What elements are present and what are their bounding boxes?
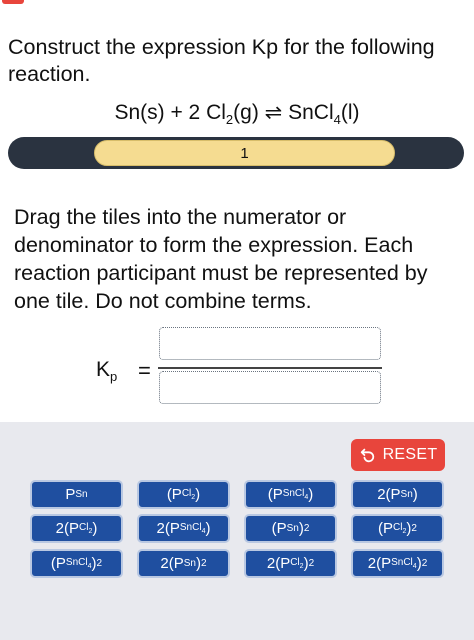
tile-subscript-text: Sn xyxy=(286,523,299,534)
tile-prefix: 2(P xyxy=(55,520,79,537)
tile-exponent: 2 xyxy=(96,558,103,569)
equation-lhs-part: Sn(s) + 2 Cl xyxy=(114,101,226,124)
reset-button[interactable]: RESET xyxy=(351,439,445,471)
answer-tile[interactable]: 2(P Cl2) xyxy=(30,514,123,543)
tile-prefix: 2(P xyxy=(266,555,291,572)
top-strip xyxy=(0,0,474,8)
tile-subscript-text: Cl xyxy=(290,557,300,568)
tile-prefix: P xyxy=(65,486,76,503)
answer-tile[interactable]: 2(P SnCl4) xyxy=(137,514,230,543)
tile-subscript: Sn xyxy=(184,558,196,569)
tile-exponent: 2 xyxy=(421,558,428,569)
tile-subscript: Cl2 xyxy=(290,557,303,570)
equals-sign: = xyxy=(138,358,151,383)
tile-subscript: SnCl4 xyxy=(283,488,309,501)
tile-exponent: 2 xyxy=(411,523,417,534)
answer-tile[interactable]: 2(P SnCl4) 2 xyxy=(351,549,444,578)
progress-track: 1 xyxy=(8,137,464,169)
tile-subscript-text: SnCl xyxy=(65,557,88,568)
answer-tile[interactable]: (P Cl2) xyxy=(137,480,230,509)
tile-subscript-text: Cl xyxy=(181,488,192,499)
tile-prefix: 2(P xyxy=(377,486,401,503)
tile-prefix: (P xyxy=(267,486,283,503)
question-text: Construct the expression Kp for the foll… xyxy=(8,35,435,86)
tile-subscript-text: Sn xyxy=(400,489,413,500)
tile-suffix: ) xyxy=(308,486,314,503)
tile-subscript: Cl2 xyxy=(182,488,195,501)
denominator-drop-zone[interactable] xyxy=(159,371,381,404)
answer-tile[interactable]: (P Sn) 2 xyxy=(244,514,337,543)
tile-suffix: ) xyxy=(195,486,201,503)
answer-tile[interactable]: (P SnCl4) xyxy=(244,480,337,509)
tile-suffix: ) xyxy=(92,520,98,537)
top-accent-mark xyxy=(2,0,24,4)
answer-tile[interactable]: (P SnCl4) 2 xyxy=(30,549,123,578)
tile-prefix: 2(P xyxy=(367,555,392,572)
tile-suffix: ) xyxy=(205,520,211,537)
tile-prefix: (P xyxy=(50,555,66,572)
tile-subscript: SnCl4 xyxy=(66,557,92,570)
tile-subscript-text: SnCl xyxy=(391,557,413,568)
answer-tile[interactable]: (P Cl2) 2 xyxy=(351,514,444,543)
progress-step-indicator: 1 xyxy=(94,140,395,166)
fraction-bar xyxy=(158,367,382,369)
tile-prefix: (P xyxy=(271,520,287,537)
kp-label: Kp xyxy=(96,358,117,384)
reset-label: RESET xyxy=(382,446,438,463)
equation-lhs-state: (g) xyxy=(233,101,259,124)
tile-exponent: 2 xyxy=(308,558,315,569)
tile-subscript: SnCl4 xyxy=(180,522,206,535)
equation-rhs-state: (l) xyxy=(340,101,360,124)
tile-prefix: (P xyxy=(378,520,394,537)
tile-subscript: SnCl4 xyxy=(391,557,417,570)
reaction-equation: Sn(s) + 2 Cl2(g) ⇌ SnCl4(l) xyxy=(0,100,474,127)
tile-subscript: Cl2 xyxy=(393,522,406,535)
tile-exponent: 2 xyxy=(303,523,310,534)
kp-subscript: p xyxy=(110,369,118,385)
tile-prefix: 2(P xyxy=(160,555,184,572)
tile-subscript-text: SnCl xyxy=(282,488,305,499)
kp-symbol: K xyxy=(96,358,111,381)
answer-tile[interactable]: P Sn xyxy=(30,480,123,509)
equation-rhs-subscript: 4 xyxy=(333,112,341,128)
tile-prefix: (P xyxy=(166,486,182,503)
answer-tile[interactable]: 2(P Sn) xyxy=(351,480,444,509)
numerator-drop-zone[interactable] xyxy=(159,327,381,360)
tile-subscript-text: SnCl xyxy=(179,522,202,533)
tile-subscript: Sn xyxy=(401,489,413,500)
answer-tile[interactable]: 2(P Sn) 2 xyxy=(137,549,230,578)
equilibrium-arrow: ⇌ xyxy=(264,101,283,124)
tile-subscript-text: Sn xyxy=(75,489,88,500)
instructions-text: Drag the tiles into the numerator or den… xyxy=(14,205,428,313)
tile-prefix: 2(P xyxy=(156,520,180,537)
tile-subscript: Sn xyxy=(75,489,87,500)
undo-icon xyxy=(360,448,374,463)
answer-tile[interactable]: 2(P Cl2) 2 xyxy=(244,549,337,578)
tile-suffix: ) xyxy=(412,486,418,503)
tile-subscript: Cl2 xyxy=(79,522,92,535)
tile-subscript-text: Sn xyxy=(183,558,196,569)
equation-rhs-part: SnCl xyxy=(288,101,334,124)
tile-subscript: Sn xyxy=(287,523,299,534)
tile-exponent: 2 xyxy=(201,558,207,569)
